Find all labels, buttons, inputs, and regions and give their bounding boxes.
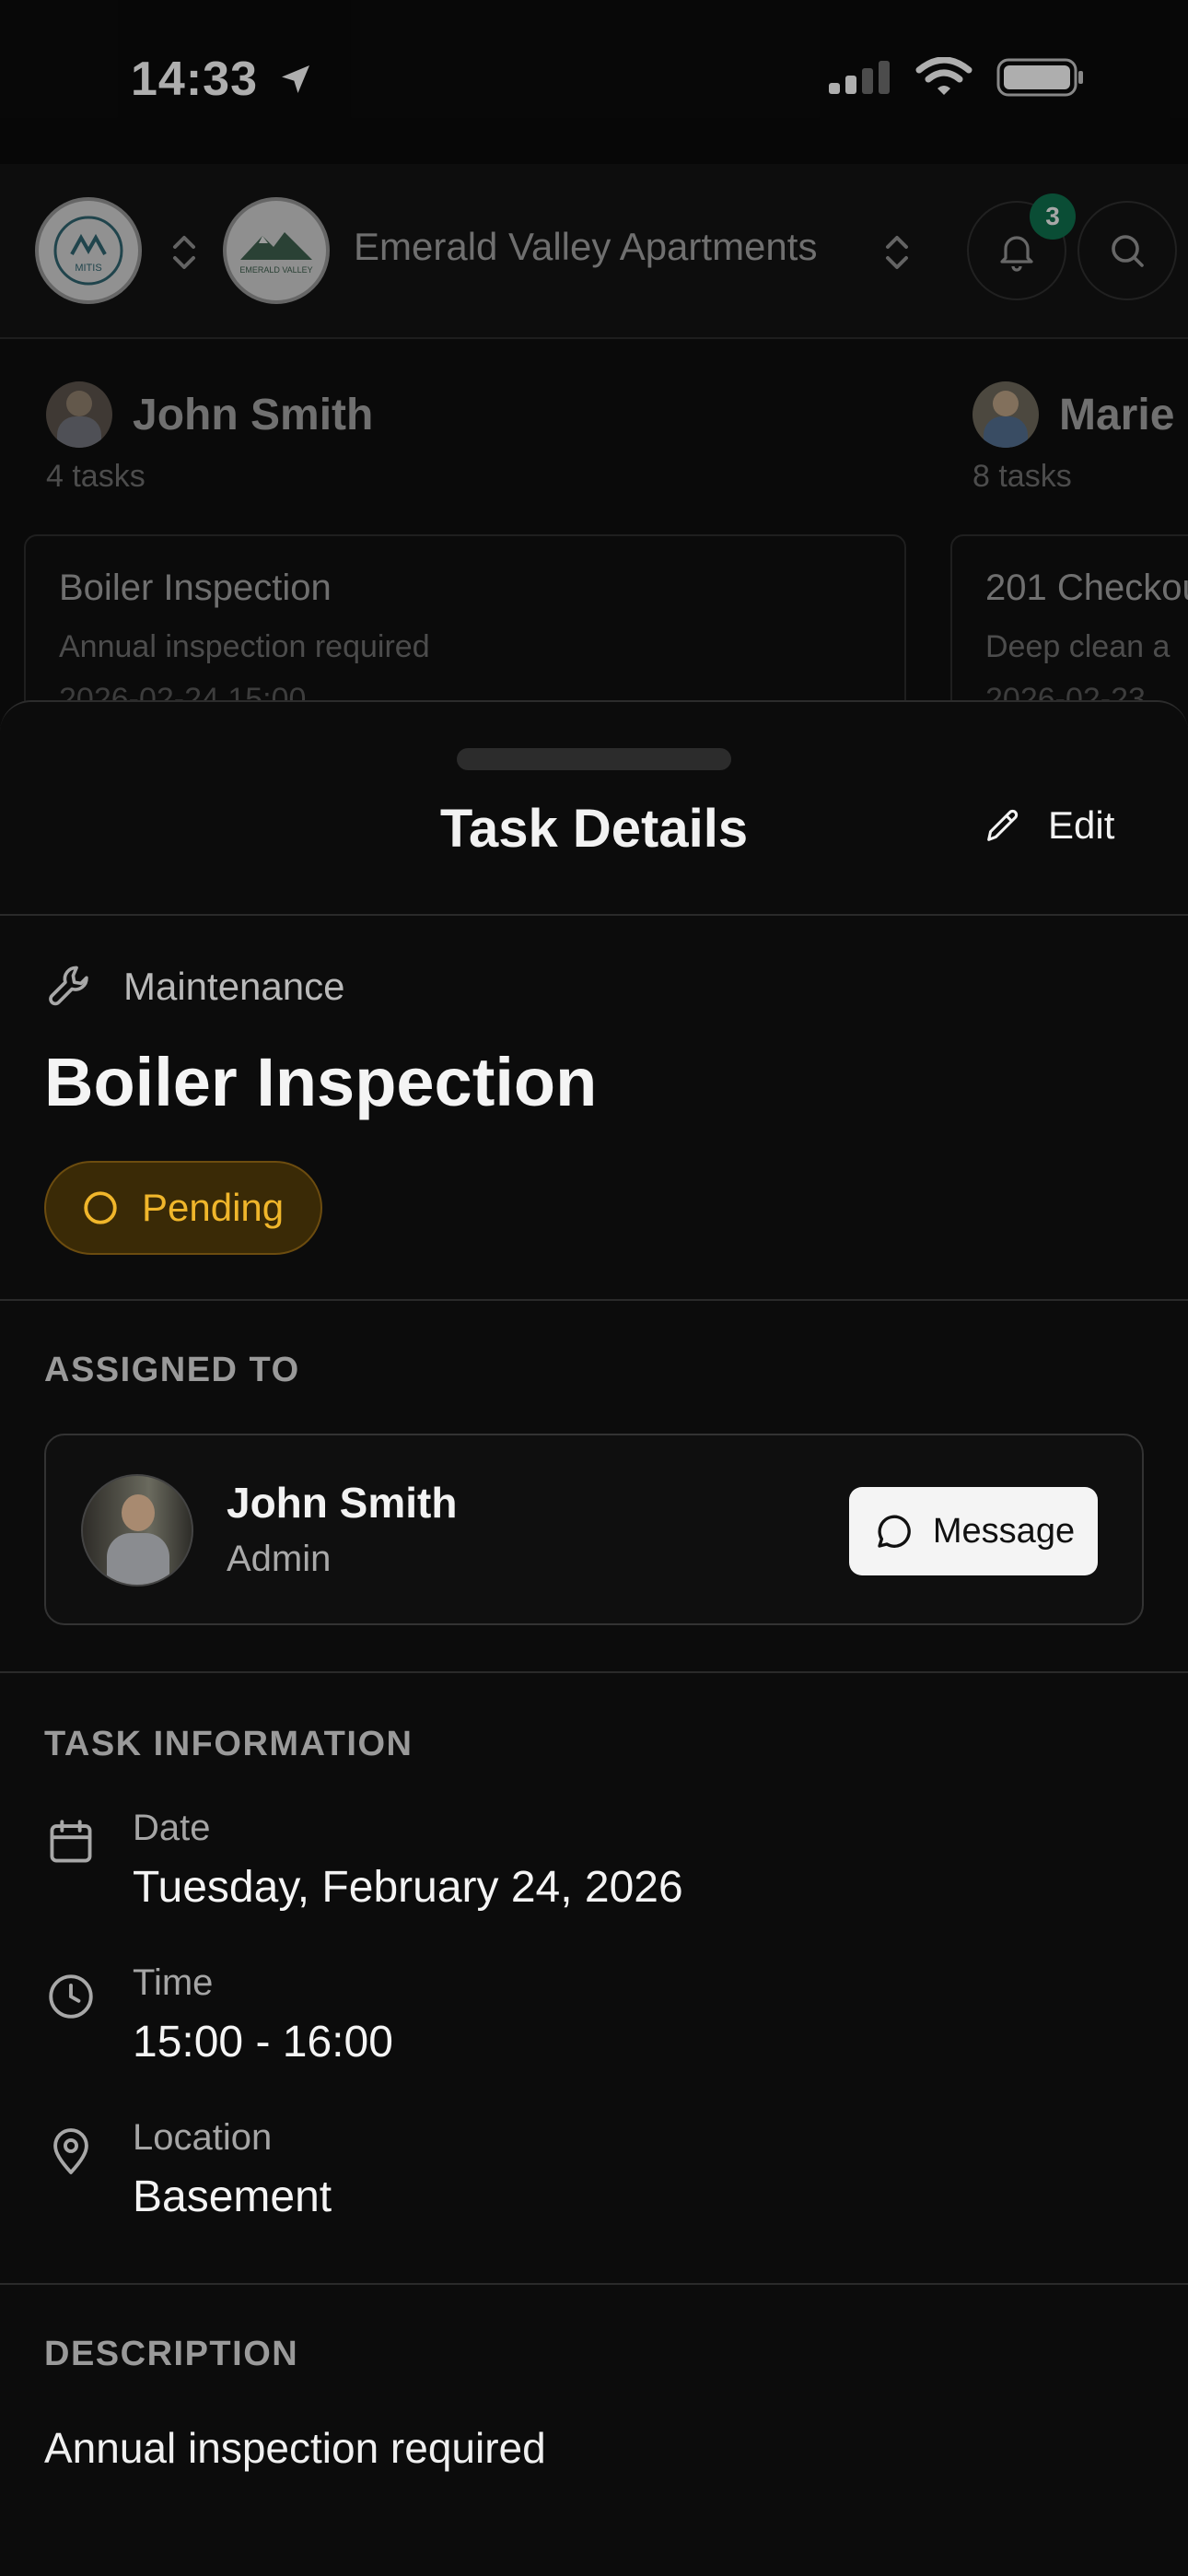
assignee-role: Admin xyxy=(227,1539,332,1579)
avatar xyxy=(81,1474,193,1587)
status-label: Pending xyxy=(142,1186,285,1229)
category-label: Maintenance xyxy=(123,965,345,1008)
divider xyxy=(0,1671,1188,1673)
modal-scrim[interactable] xyxy=(0,0,1188,737)
circle-status-icon xyxy=(84,1191,117,1224)
location-value: Basement xyxy=(133,2172,332,2221)
time-label: Time xyxy=(133,1962,214,2003)
task-information-heading: TASK INFORMATION xyxy=(44,1725,413,1763)
assignee-name: John Smith xyxy=(227,1479,458,1527)
clock-icon xyxy=(44,1970,99,2067)
chat-bubble-icon xyxy=(878,1515,911,1548)
date-value: Tuesday, February 24, 2026 xyxy=(133,1863,683,1912)
task-category: Maintenance xyxy=(44,960,345,1013)
message-label: Message xyxy=(932,1511,1076,1551)
date-label: Date xyxy=(133,1808,211,1848)
info-row-location: Location Basement xyxy=(44,2117,332,2222)
description-text: Annual inspection required xyxy=(44,2424,546,2472)
location-label: Location xyxy=(133,2117,273,2158)
calendar-icon xyxy=(44,1815,99,1913)
description-heading: DESCRIPTION xyxy=(44,2335,299,2373)
divider xyxy=(0,2283,1188,2285)
edit-label: Edit xyxy=(1048,803,1115,847)
divider xyxy=(0,914,1188,916)
wrench-icon xyxy=(49,966,88,1006)
assigned-to-heading: ASSIGNED TO xyxy=(44,1351,300,1389)
info-row-time: Time 15:00 - 16:00 xyxy=(44,1962,393,2067)
pencil-icon xyxy=(987,809,1019,841)
task-details-sheet: Task Details Edit Maintenance Boiler Ins… xyxy=(0,700,1188,2576)
info-row-date: Date Tuesday, February 24, 2026 xyxy=(44,1808,683,1913)
sheet-grabber[interactable] xyxy=(457,748,731,770)
divider xyxy=(0,1299,1188,1301)
task-title: Boiler Inspection xyxy=(44,1044,598,1120)
edit-button[interactable]: Edit xyxy=(982,803,1114,848)
assignee-card: John Smith Admin Message xyxy=(44,1434,1144,1625)
message-button[interactable]: Message xyxy=(849,1487,1098,1575)
map-pin-icon xyxy=(44,2125,99,2222)
time-value: 15:00 - 16:00 xyxy=(133,2018,393,2067)
status-badge: Pending xyxy=(44,1161,323,1255)
background-app: 14:33 MITIS EMERALD VALLEY Emerald Valle… xyxy=(0,0,1188,744)
